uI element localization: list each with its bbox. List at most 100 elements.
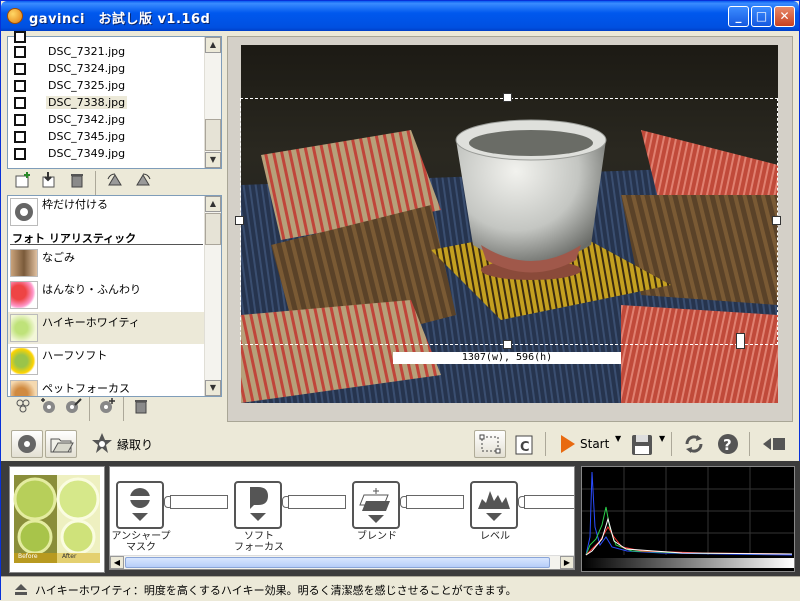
chevron-down-icon[interactable]: ▼ [615,434,621,462]
crop-handle-left[interactable] [235,216,244,225]
filter-slot[interactable] [288,495,346,509]
folder-mode-button[interactable] [45,430,77,458]
crop-handle-bottom[interactable] [503,340,512,349]
app-window: gavinci お試し版 v1.16d _ □ ✕ DSC_7321.jpg D… [0,0,800,601]
list-item[interactable]: DSC_7349.jpg [12,145,202,162]
group-icon[interactable] [13,397,33,417]
checkbox[interactable] [14,97,26,109]
list-item[interactable]: なごみ [8,247,205,279]
checkbox[interactable] [14,80,26,92]
filter-chain: アンシャープ マスク ソフト フォーカス ブレンド レベル ◀ ▶ [109,466,575,570]
minimize-button[interactable]: _ [728,6,749,27]
crop-rectangle[interactable] [240,98,778,345]
add-file-icon[interactable] [13,171,33,191]
list-item[interactable]: DSC_7321.jpg [12,43,202,60]
rotate-right-icon[interactable] [133,171,153,191]
trash-icon[interactable] [67,171,87,191]
close-button[interactable]: ✕ [774,6,795,27]
divider [123,397,124,421]
bottom-panel: Before After アンシャープ マスク ソフト フォーカス ブレンド レ… [1,461,800,576]
levels-icon[interactable] [470,481,518,529]
list-item[interactable]: DSC_7342.jpg [12,111,202,128]
filter-slot[interactable] [524,495,574,509]
list-item[interactable]: DSC_7325.jpg [12,77,202,94]
list-item[interactable]: DSC_7345.jpg [12,128,202,145]
svg-text:C: C [520,440,530,455]
trash-icon[interactable] [131,397,151,417]
scroll-up-arrow[interactable]: ▲ [205,37,221,53]
chain-scrollbar[interactable]: ◀ ▶ [110,555,574,569]
window-title: gavinci お試し版 v1.16d [29,12,211,27]
soft-focus-icon[interactable] [234,481,282,529]
effect-mode-button[interactable] [11,430,43,458]
scroll-down-arrow[interactable]: ▼ [205,152,221,168]
before-after-thumbnail[interactable]: Before After [9,466,105,573]
filter-slot[interactable] [170,495,228,509]
refresh-icon[interactable] [681,430,707,458]
save-icon[interactable] [629,430,655,458]
list-item[interactable]: 枠だけ付ける [8,196,205,228]
scroll-right-arrow[interactable]: ▶ [560,556,574,569]
crop-handle-right[interactable] [772,216,781,225]
checkbox[interactable] [14,148,26,160]
crop-handle-top[interactable] [503,93,512,102]
play-icon[interactable] [555,430,579,458]
file-name: DSC_7321.jpg [48,45,126,58]
file-name: DSC_7324.jpg [48,62,126,75]
list-item[interactable]: はんなり・ふんわり [8,279,205,311]
import-icon[interactable] [39,171,59,191]
effect-label: ペットフォーカス [42,382,130,395]
file-name: DSC_7349.jpg [48,147,126,160]
scroll-up-arrow[interactable]: ▲ [205,196,221,212]
divider [671,432,672,456]
crop-handle-corner[interactable] [736,333,745,349]
checkbox[interactable] [14,46,26,58]
list-item[interactable]: ハイキーホワイティ [8,312,205,344]
scroll-thumb[interactable] [125,557,550,568]
blend-icon[interactable] [352,481,400,529]
effect-label: ハイキーホワイティ [42,316,140,329]
scroll-thumb[interactable] [205,119,221,151]
scroll-left-arrow[interactable]: ◀ [110,556,124,569]
list-item[interactable]: DSC_7324.jpg [12,60,202,77]
title-bar[interactable]: gavinci お試し版 v1.16d _ □ ✕ [1,1,799,31]
unsharp-mask-icon[interactable] [116,481,164,529]
filter-slot[interactable] [406,495,464,509]
scroll-down-arrow[interactable]: ▼ [205,380,221,396]
effect-label: はんなり・ふんわり [42,283,141,296]
crop-size-label: 1307(w), 596(h) [393,352,621,364]
rotate-left-icon[interactable] [105,171,125,191]
list-item[interactable]: ハーフソフト [8,345,205,377]
file-name: DSC_7325.jpg [48,79,126,92]
before-caption: Before [18,553,38,560]
checkbox[interactable] [14,63,26,75]
file-name: DSC_7342.jpg [48,113,126,126]
crop-tool-button[interactable] [474,430,506,458]
divider [89,397,90,421]
checkbox[interactable] [14,114,26,126]
eject-icon[interactable] [13,581,29,600]
status-text: ハイキーホワイティ：明度を高くするハイキー効果。明るく清潔感を感じさせることがで… [35,584,517,597]
app-icon[interactable] [7,8,23,24]
effect-thumbnail [10,281,38,309]
filter-label: アンシャープ マスク [111,531,171,553]
border-label[interactable]: 縁取り [117,436,153,464]
scroll-thumb[interactable] [205,213,221,245]
copyright-icon[interactable]: C [511,430,537,458]
help-icon[interactable]: ? [715,430,741,458]
file-list-scrollbar[interactable]: ▲ ▼ [204,37,221,168]
histogram [581,466,795,572]
checkbox[interactable] [14,131,26,143]
list-item[interactable]: ペットフォーカス [8,378,205,396]
effect-list-scrollbar[interactable]: ▲ ▼ [204,196,221,396]
effect-add-icon[interactable] [39,397,59,417]
file-toolbar [9,171,224,195]
effect-new-icon[interactable] [97,397,117,417]
collapse-panel-icon[interactable] [759,430,789,458]
list-item[interactable]: DSC_7338.jpg [12,94,202,111]
chevron-down-icon[interactable]: ▼ [659,434,665,462]
border-icon[interactable] [89,430,115,458]
checkbox[interactable] [14,31,26,43]
effect-edit-icon[interactable] [63,397,83,417]
maximize-button[interactable]: □ [751,6,772,27]
